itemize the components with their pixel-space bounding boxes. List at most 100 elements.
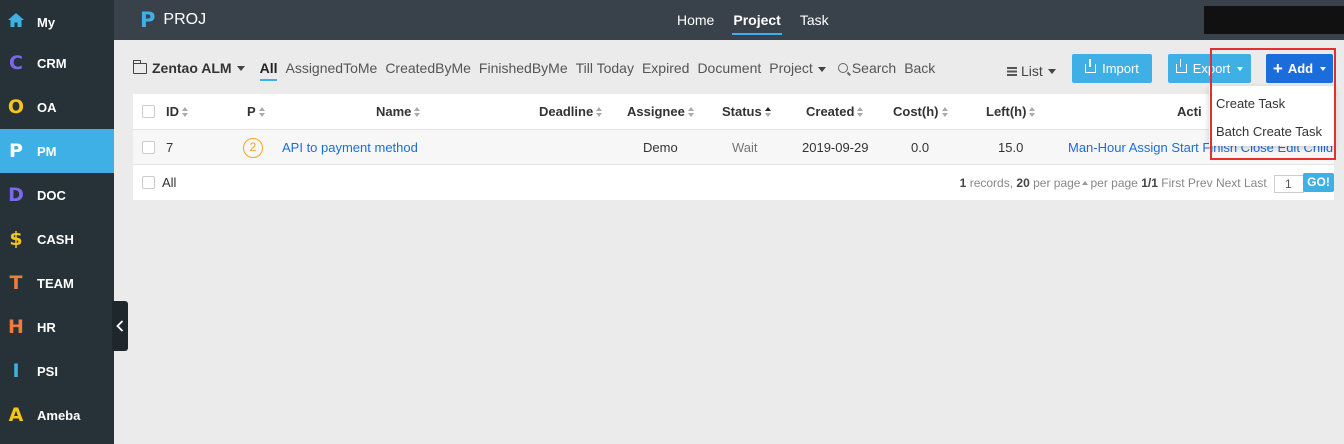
row-checkbox[interactable] [142,141,155,154]
sidebar-item-my[interactable]: My [0,0,114,44]
per-page-selector[interactable]: per page [1090,176,1137,190]
sidebar-item-ameba[interactable]: A Ameba [0,393,114,437]
oa-icon: O [7,96,25,118]
col-pri[interactable]: P [247,104,266,119]
cell-cost: 0.0 [911,140,930,155]
cell-id: 7 [166,140,174,155]
col-pri-label: P [247,104,256,119]
caret-up-icon[interactable] [1082,181,1089,186]
col-created-label: Created [806,104,855,119]
brand[interactable]: P PROJ [140,8,206,32]
col-actions: Acti [1177,104,1202,119]
select-all-label: All [162,175,177,190]
hr-icon: H [8,316,24,338]
sidebar-item-crm[interactable]: C CRM [0,41,114,85]
project-menu-label: Project [769,60,813,76]
psi-icon: I [12,360,20,382]
col-left-label: Left(h) [986,104,1027,119]
col-id[interactable]: ID [166,104,189,119]
status-badge: Wait [732,140,758,155]
team-icon: T [9,272,23,294]
import-icon [1085,59,1097,73]
last-page-link[interactable]: Last [1244,176,1267,190]
user-menu[interactable] [1204,6,1344,34]
first-page-link[interactable]: First [1161,176,1184,190]
sidebar-item-label: PM [37,143,57,159]
col-status-label: Status [722,104,762,119]
sidebar-item-team[interactable]: T TEAM [0,261,114,305]
list-icon [1007,66,1017,76]
tab-expired[interactable]: Expired [642,60,689,76]
search-toggle[interactable]: Search [837,60,896,76]
sort-icon [182,107,189,117]
menu-item-batch-create-task[interactable]: Batch Create Task [1216,124,1322,139]
export-label: Export [1192,61,1231,76]
sidebar-item-label: CRM [37,55,67,71]
sidebar-item-oa[interactable]: O OA [0,85,114,129]
nav-project[interactable]: Project [732,0,783,40]
col-deadline[interactable]: Deadline [539,104,603,119]
sidebar-item-label: HR [37,319,56,335]
sidebar-item-label: DOC [37,187,66,203]
nav-task[interactable]: Task [800,0,829,40]
pager: 1 records, 20 per page per page 1/1 First… [960,175,1304,193]
project-switcher[interactable]: Zentao ALM [132,59,245,76]
tab-created-by-me[interactable]: CreatedByMe [385,60,471,76]
menu-item-create-task[interactable]: Create Task [1216,96,1285,111]
col-cost[interactable]: Cost(h) [893,104,949,119]
import-label: Import [1102,61,1139,76]
prev-page-link[interactable]: Prev [1188,176,1213,190]
export-button[interactable]: Export [1168,54,1251,83]
go-button[interactable]: GO! [1303,173,1334,192]
cell-assignee: Demo [643,140,678,155]
sidebar-item-hr[interactable]: H HR [0,305,114,349]
back-link[interactable]: Back [904,60,935,76]
col-left[interactable]: Left(h) [986,104,1036,119]
sidebar-item-label: OA [37,99,57,115]
sort-icon [941,107,949,117]
chevron-left-icon [116,320,124,332]
add-button[interactable]: + Add [1266,54,1333,83]
task-name-link[interactable]: API to payment method [282,140,418,155]
plus-icon: + [1272,58,1283,78]
tab-assigned-to-me[interactable]: AssignedToMe [285,60,377,76]
sidebar-item-label: PSI [37,363,58,379]
brand-logo-icon: P [140,8,156,32]
project-menu[interactable]: Project [769,60,826,76]
tab-all[interactable]: All [259,60,277,81]
sidebar-collapse-toggle[interactable] [112,301,128,351]
sidebar-item-pm[interactable]: P PM [0,129,114,173]
top-header: P PROJ Home Project Task [114,0,1344,40]
col-assignee[interactable]: Assignee [627,104,695,119]
sidebar-item-doc[interactable]: D DOC [0,173,114,217]
page-number-input[interactable]: 1 [1274,175,1304,193]
select-all-header-checkbox[interactable] [142,105,155,118]
nav-home[interactable]: Home [677,0,714,40]
col-status[interactable]: Status [722,104,772,119]
view-switcher[interactable]: List [1007,63,1056,79]
sort-icon [596,107,603,117]
folder-icon [132,59,147,74]
record-count: 1 [959,176,967,191]
ameba-icon: A [8,404,24,426]
col-created[interactable]: Created [806,104,864,119]
col-id-label: ID [166,104,179,119]
import-button[interactable]: Import [1072,54,1152,83]
caret-down-icon [1237,66,1244,71]
col-name[interactable]: Name [376,104,421,119]
next-page-link[interactable]: Next [1216,176,1241,190]
cell-created: 2019-09-29 [802,140,869,155]
tab-finished-by-me[interactable]: FinishedByMe [479,60,568,76]
sidebar-item-psi[interactable]: I PSI [0,349,114,393]
search-icon [837,63,848,73]
tab-till-today[interactable]: Till Today [576,60,634,76]
tab-document[interactable]: Document [697,60,761,76]
sidebar-item-cash[interactable]: $ CASH [0,217,114,261]
select-all-checkbox[interactable] [142,176,155,189]
sidebar-item-label: CASH [37,231,74,247]
caret-down-icon [1047,68,1056,74]
page-indicator: 1/1 [1141,176,1158,191]
sort-icon [1029,107,1036,117]
table-row[interactable]: 7 2 API to payment method Demo Wait 2019… [133,130,1334,165]
task-table: ID P Name Deadline Assignee Status Creat… [133,94,1334,200]
